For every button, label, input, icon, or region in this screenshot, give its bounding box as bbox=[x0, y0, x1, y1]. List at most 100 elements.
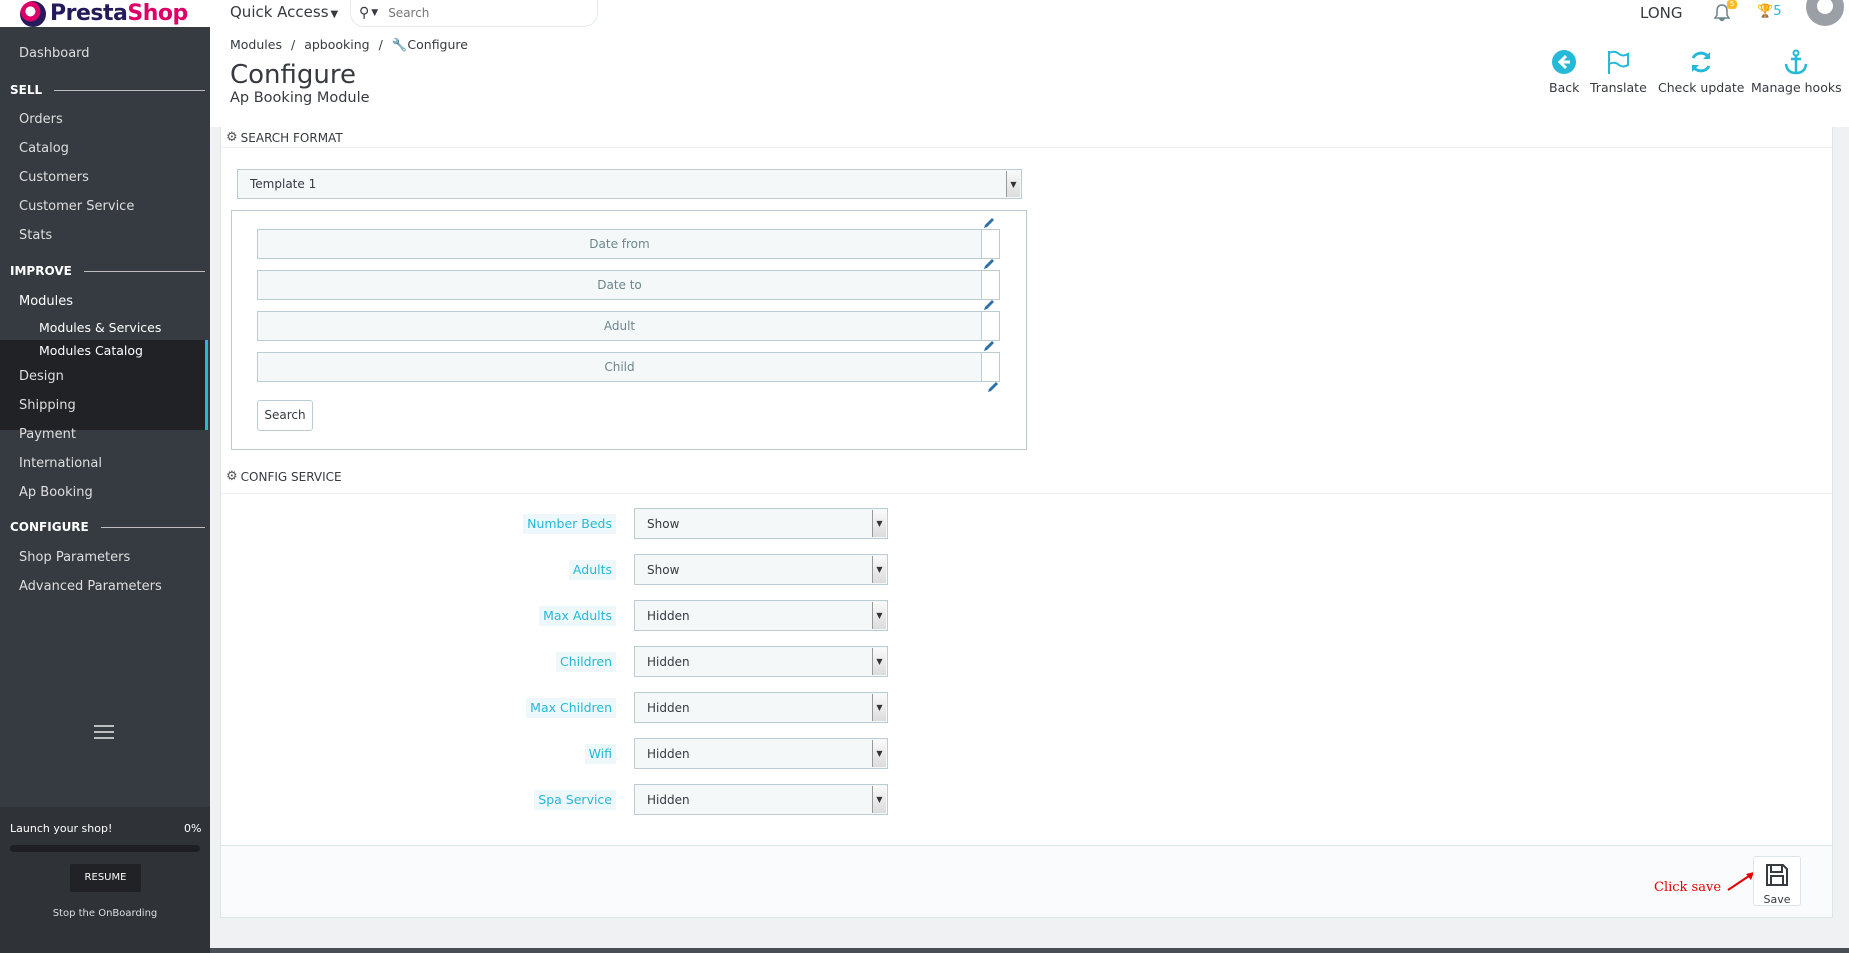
sidebar-subitem-modules-services[interactable]: Modules & Services bbox=[39, 320, 161, 335]
red-arrow-icon bbox=[1727, 872, 1754, 891]
divider bbox=[221, 493, 1832, 494]
sidebar-item-stats[interactable]: Stats bbox=[19, 228, 52, 243]
sidebar-item-catalog[interactable]: Catalog bbox=[19, 141, 69, 156]
search-form-preview: Date from Date to Adult Child Search bbox=[231, 210, 1027, 450]
logo-text: PrestaShop bbox=[50, 1, 188, 26]
chevron-down-icon: ▼ bbox=[872, 556, 886, 583]
sidebar-section-sell: SELL bbox=[10, 83, 205, 97]
select-max-adults[interactable]: Hidden ▼ bbox=[634, 600, 888, 631]
select-number-beds[interactable]: Show ▼ bbox=[634, 508, 888, 539]
anchor-icon bbox=[1785, 49, 1808, 75]
prestashop-logo[interactable]: PrestaShop bbox=[20, 0, 188, 27]
onboarding-progress-bar bbox=[10, 845, 200, 852]
pencil-icon[interactable] bbox=[982, 298, 996, 312]
search-input[interactable] bbox=[388, 6, 569, 20]
sidebar-item-orders[interactable]: Orders bbox=[19, 112, 63, 127]
sidebar-item-customers[interactable]: Customers bbox=[19, 170, 89, 185]
onboarding-title: Launch your shop! bbox=[10, 822, 113, 835]
bottom-strip bbox=[210, 948, 1849, 953]
label-max-children: Max Children bbox=[526, 698, 616, 718]
chevron-down-icon: ▼ bbox=[872, 510, 886, 537]
breadcrumb-modules[interactable]: Modules bbox=[230, 37, 282, 52]
breadcrumb-configure: Configure bbox=[407, 37, 468, 52]
back-button[interactable]: Back bbox=[1549, 49, 1579, 95]
menu-toggle-icon[interactable] bbox=[94, 725, 114, 739]
pencil-icon[interactable] bbox=[982, 339, 996, 353]
check-update-button[interactable]: Check update bbox=[1658, 49, 1744, 95]
onboarding-percent: 0% bbox=[184, 822, 202, 835]
label-adults: Adults bbox=[568, 560, 616, 580]
label-number-beds: Number Beds bbox=[523, 514, 616, 534]
select-spa-service[interactable]: Hidden ▼ bbox=[634, 784, 888, 815]
chevron-down-icon: ▼ bbox=[872, 786, 886, 813]
field-tail bbox=[982, 270, 1000, 300]
sidebar-item-modules[interactable]: Modules bbox=[19, 294, 73, 309]
sidebar-item-payment[interactable]: Payment bbox=[19, 427, 76, 442]
arrow-left-circle-icon bbox=[1552, 50, 1577, 74]
search-icon[interactable]: ⚲ bbox=[359, 5, 369, 21]
select-max-children[interactable]: Hidden ▼ bbox=[634, 692, 888, 723]
sidebar-item-shop-parameters[interactable]: Shop Parameters bbox=[19, 550, 130, 565]
breadcrumb: Modules / apbooking / 🔧Configure bbox=[230, 37, 468, 52]
caret-down-icon: ▼ bbox=[330, 9, 339, 20]
select-wifi[interactable]: Hidden ▼ bbox=[634, 738, 888, 769]
field-date-from[interactable]: Date from bbox=[257, 229, 982, 259]
breadcrumb-apbooking[interactable]: apbooking bbox=[304, 37, 369, 52]
caret-down-icon[interactable]: ▼ bbox=[371, 8, 378, 18]
sidebar-subitem-modules-catalog[interactable]: Modules Catalog bbox=[39, 343, 143, 358]
chevron-down-icon: ▼ bbox=[1006, 171, 1020, 197]
floppy-disk-icon bbox=[1766, 864, 1788, 886]
sidebar-item-shipping[interactable]: Shipping bbox=[19, 398, 76, 413]
search-button[interactable]: Search bbox=[257, 400, 313, 431]
manage-hooks-button[interactable]: Manage hooks bbox=[1751, 49, 1842, 95]
notifications-badge: 5 bbox=[1727, 0, 1737, 9]
label-max-adults: Max Adults bbox=[539, 606, 616, 626]
field-tail bbox=[982, 311, 1000, 341]
trophy-counter[interactable]: 🏆5 bbox=[1757, 4, 1781, 19]
shop-name[interactable]: LONG bbox=[1640, 4, 1682, 22]
sidebar: Dashboard SELL Orders Catalog Customers … bbox=[0, 27, 210, 953]
sidebar-section-improve: IMPROVE bbox=[10, 264, 205, 278]
pencil-icon[interactable] bbox=[986, 380, 1000, 394]
config-service-heading: ⚙ CONFIG SERVICE bbox=[226, 469, 342, 484]
avatar[interactable] bbox=[1806, 0, 1844, 26]
field-adult[interactable]: Adult bbox=[257, 311, 982, 341]
select-children[interactable]: Hidden ▼ bbox=[634, 646, 888, 677]
label-children: Children bbox=[555, 652, 616, 672]
translate-button[interactable]: Translate bbox=[1590, 49, 1647, 95]
pencil-icon[interactable] bbox=[982, 257, 996, 271]
wrench-icon: 🔧 bbox=[391, 37, 408, 52]
search-format-heading: ⚙ SEARCH FORMAT bbox=[226, 130, 343, 145]
chevron-down-icon: ▼ bbox=[872, 694, 886, 721]
stop-onboarding-link[interactable]: Stop the OnBoarding bbox=[0, 908, 210, 919]
top-header: PrestaShop Quick Access▼ ⚲▼ LONG 5 🏆5 bbox=[0, 0, 1849, 27]
header-search: ⚲ ▼ bbox=[350, 0, 598, 27]
module-config-panel: ⚙ SEARCH FORMAT Template 1 ▼ Date from Da… bbox=[220, 127, 1833, 918]
quick-access-menu[interactable]: Quick Access ▼ bbox=[230, 3, 338, 21]
page-subtitle: Ap Booking Module bbox=[230, 90, 370, 106]
sidebar-item-design[interactable]: Design bbox=[19, 369, 64, 384]
field-tail bbox=[982, 229, 1000, 259]
field-child[interactable]: Child bbox=[257, 352, 982, 382]
sidebar-item-dashboard[interactable]: Dashboard bbox=[19, 46, 90, 61]
panel-footer bbox=[221, 846, 1832, 917]
label-spa-service: Spa Service bbox=[534, 790, 616, 810]
pencil-icon[interactable] bbox=[982, 216, 996, 230]
divider bbox=[221, 147, 1832, 148]
chevron-down-icon: ▼ bbox=[872, 602, 886, 629]
sidebar-item-ap-booking[interactable]: Ap Booking bbox=[19, 485, 93, 500]
refresh-icon bbox=[1691, 51, 1711, 73]
save-button[interactable]: Save bbox=[1753, 856, 1801, 906]
flag-icon bbox=[1608, 50, 1630, 74]
resume-button[interactable]: RESUME bbox=[70, 864, 141, 892]
template-select[interactable]: Template 1 ▼ bbox=[237, 169, 1022, 199]
sidebar-item-customer-service[interactable]: Customer Service bbox=[19, 199, 134, 214]
select-adults[interactable]: Show ▼ bbox=[634, 554, 888, 585]
sidebar-item-advanced-parameters[interactable]: Advanced Parameters bbox=[19, 579, 162, 594]
field-date-to[interactable]: Date to bbox=[257, 270, 982, 300]
page-header: Modules / apbooking / 🔧Configure Configure A… bbox=[210, 27, 1849, 127]
onboarding-panel: Launch your shop! 0% RESUME Stop the OnB… bbox=[0, 807, 210, 953]
sidebar-item-international[interactable]: International bbox=[19, 456, 102, 471]
trophy-icon: 🏆 bbox=[1757, 4, 1774, 19]
page-title: Configure bbox=[230, 60, 357, 90]
